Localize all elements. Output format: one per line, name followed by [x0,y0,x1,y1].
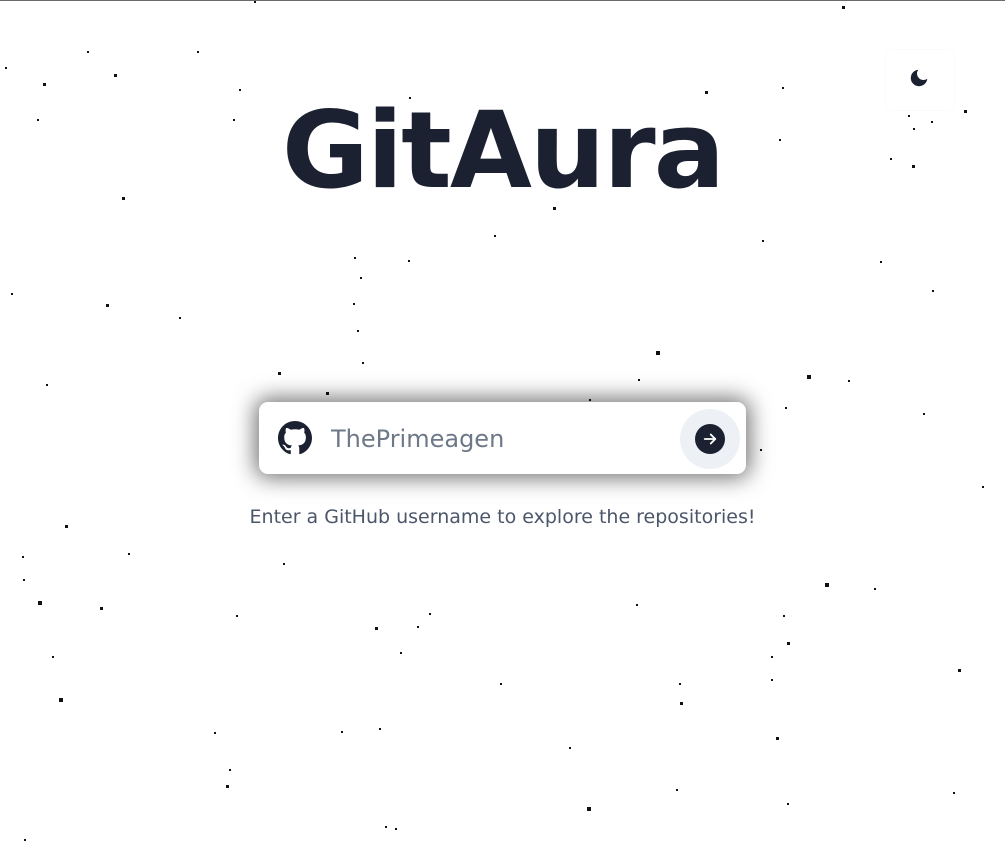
star-dot [494,235,496,237]
star-dot [676,789,678,791]
star-dot [353,303,355,305]
star-dot [760,449,762,451]
star-dot [783,615,785,617]
star-dot [787,803,789,805]
star-dot [23,579,25,581]
star-dot [785,407,787,409]
star-dot [680,702,683,705]
star-dot [341,731,343,733]
star-dot [638,379,640,381]
star-dot [842,6,845,9]
star-dot [52,656,54,658]
star-dot [357,330,359,332]
star-dot [278,372,281,375]
star-dot [179,317,181,319]
star-dot [226,785,229,788]
star-dot [771,656,773,658]
star-dot [636,604,638,606]
star-dot [874,588,876,590]
search-box [259,402,746,474]
star-dot [87,51,89,53]
star-dot [500,683,502,685]
star-dot [982,486,984,488]
star-dot [656,351,660,355]
star-dot [59,698,63,702]
star-dot [848,380,850,382]
star-dot [953,792,955,794]
star-dot [587,807,591,811]
username-search-input[interactable] [321,418,681,460]
window-top-border [0,0,1005,1]
page-title: GitAura [281,89,725,212]
star-dot [106,304,109,307]
star-dot [362,362,364,364]
star-dot [932,290,934,292]
star-dot [354,257,356,259]
star-dot [114,74,117,77]
star-dot [408,260,410,262]
star-dot [22,556,24,558]
star-dot [236,615,238,617]
star-dot [46,384,48,386]
star-dot [679,683,681,685]
star-dot [254,1,256,3]
star-dot [771,679,773,681]
star-dot [379,728,381,730]
search-submit-button[interactable] [680,409,740,469]
github-icon [278,421,312,455]
star-dot [417,626,419,628]
star-dot [229,769,231,771]
star-dot [11,293,13,295]
star-dot [326,392,329,395]
star-dot [958,669,961,672]
star-dot [100,607,103,610]
star-dot [375,627,378,630]
star-dot [923,413,925,415]
star-dot [197,51,199,53]
star-dot [128,553,130,555]
arrow-right-icon [695,424,725,454]
star-dot [400,652,402,654]
star-dot [38,601,42,605]
star-dot [762,240,764,242]
star-dot [880,261,882,263]
star-dot [807,375,811,379]
star-dot [385,826,387,828]
search-hint-text: Enter a GitHub username to explore the r… [249,506,756,528]
star-dot [395,828,397,830]
star-dot [787,642,790,645]
star-dot [429,613,431,615]
star-dot [283,563,285,565]
star-dot [569,747,571,749]
star-dot [5,67,7,69]
star-dot [589,399,591,401]
star-dot [214,732,216,734]
star-dot [825,583,829,587]
star-dot [360,277,362,279]
star-dot [776,737,779,740]
